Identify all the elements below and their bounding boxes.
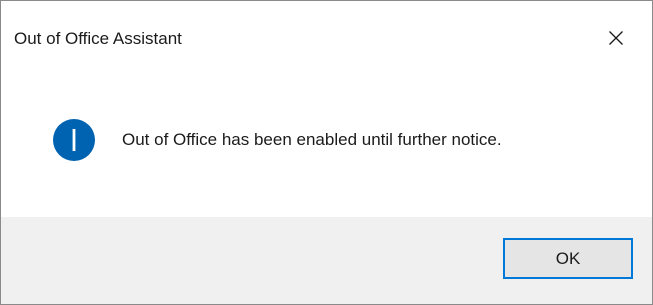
info-icon	[53, 119, 95, 161]
title-bar: Out of Office Assistant	[1, 1, 652, 77]
dialog-content: Out of Office has been enabled until fur…	[1, 77, 652, 217]
message-dialog: Out of Office Assistant Out of Office ha…	[0, 0, 653, 305]
window-title: Out of Office Assistant	[14, 29, 182, 48]
message-text: Out of Office has been enabled until fur…	[122, 130, 502, 149]
ok-button[interactable]: OK	[503, 238, 633, 279]
button-bar: OK	[1, 217, 652, 304]
close-button[interactable]	[593, 15, 639, 61]
close-icon	[609, 31, 623, 45]
